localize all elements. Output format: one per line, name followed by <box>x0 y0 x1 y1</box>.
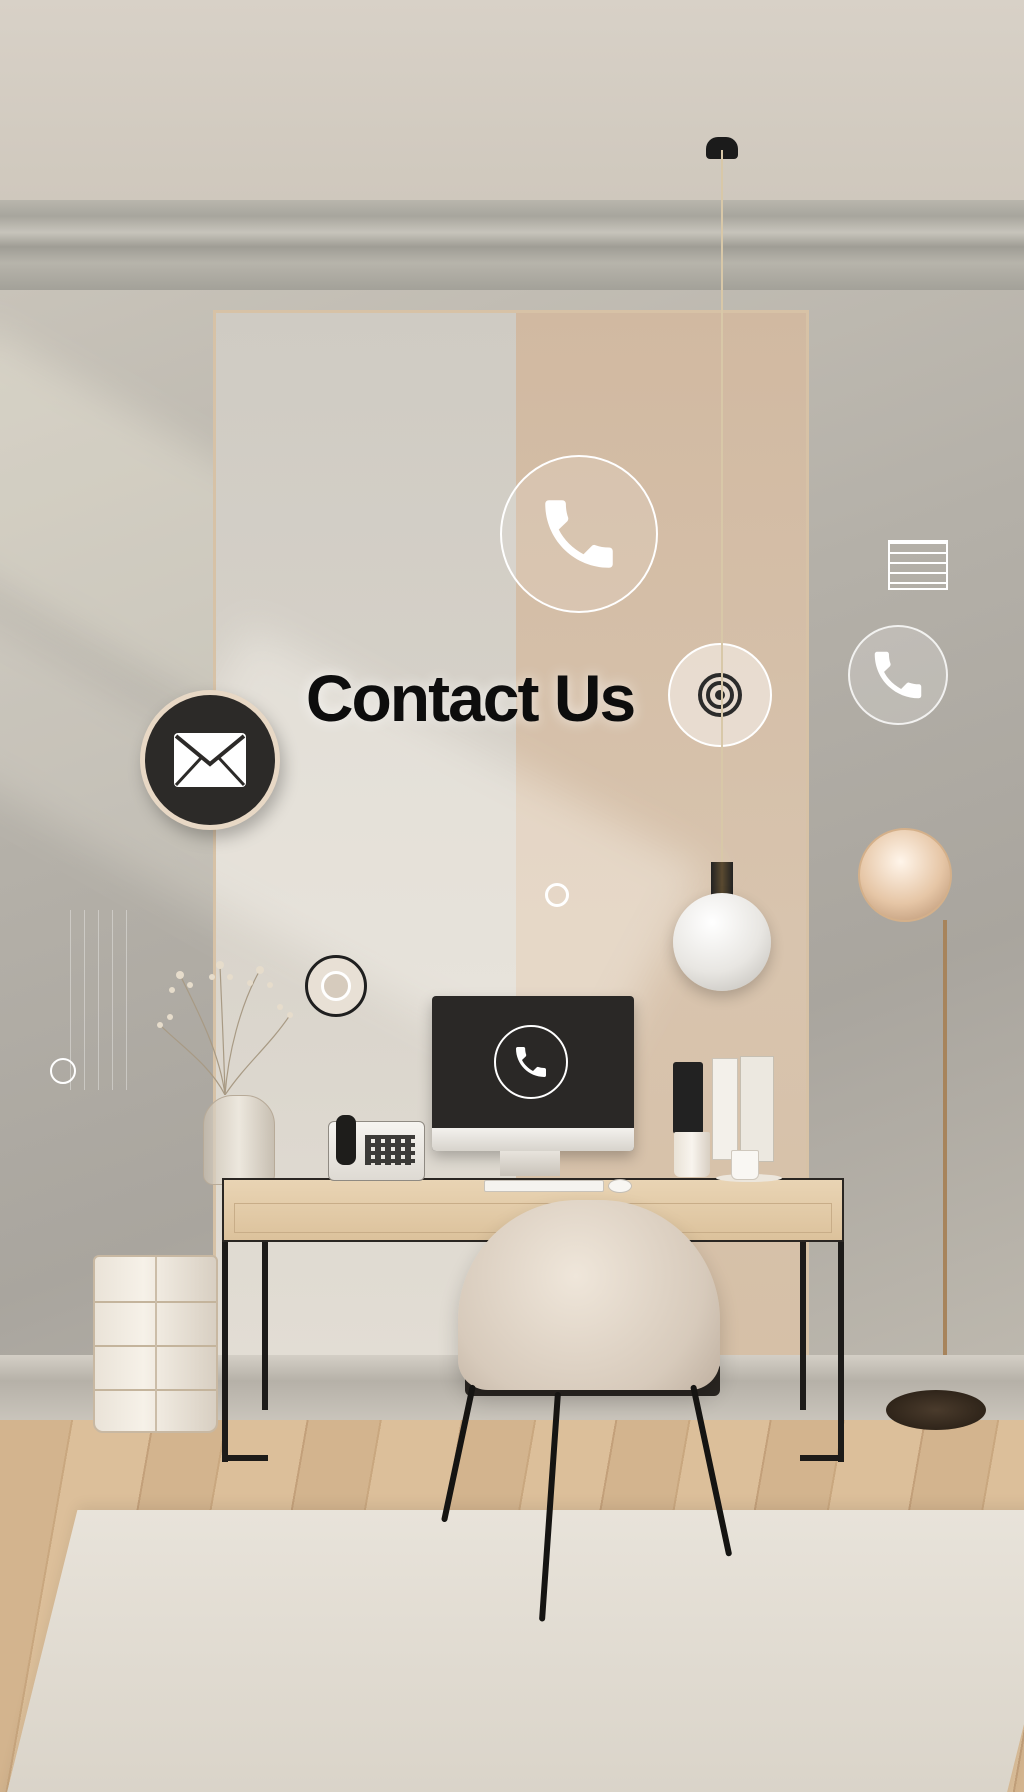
location-button[interactable] <box>668 643 772 747</box>
phone-handset <box>336 1115 356 1165</box>
desk-leg <box>222 1455 268 1461</box>
ring-icon <box>50 1058 76 1084</box>
pencil-holder <box>673 1062 703 1134</box>
ring-icon-center <box>321 971 351 1001</box>
pendant-socket <box>711 862 733 896</box>
waste-bin <box>93 1255 218 1433</box>
contact-scene: Contact Us <box>0 0 1024 1792</box>
glass-vase <box>203 1095 275 1185</box>
call-button[interactable] <box>848 625 948 725</box>
monitor-stand <box>500 1151 560 1176</box>
phone-icon <box>516 1047 546 1077</box>
ring-icon <box>305 955 367 1017</box>
pendant-lamp <box>673 893 771 991</box>
monitor-call-button[interactable] <box>494 1025 568 1099</box>
desk-leg <box>800 1240 806 1410</box>
ceiling <box>0 0 1024 200</box>
desk-leg <box>800 1455 844 1461</box>
target-icon <box>698 673 742 717</box>
dot-icon <box>545 883 569 907</box>
phone-icon <box>874 651 922 699</box>
decorative-lines <box>70 910 130 1090</box>
phone-icon <box>545 500 613 568</box>
area-rug <box>2 1510 1024 1792</box>
folder <box>712 1058 738 1160</box>
floor-lamp-base <box>886 1390 986 1430</box>
bin-seam <box>155 1257 157 1431</box>
phone-keypad <box>365 1135 415 1165</box>
monitor-chin <box>432 1128 634 1151</box>
phone-button[interactable] <box>500 455 658 613</box>
page-title: Contact Us <box>305 661 636 735</box>
grid-icon <box>888 540 948 590</box>
desk-leg <box>262 1240 268 1410</box>
dried-flowers <box>157 961 293 1095</box>
mail-icon <box>174 733 246 787</box>
mouse <box>608 1179 632 1193</box>
floor-lamp-shade <box>858 828 952 922</box>
pen-cup <box>674 1132 710 1177</box>
pendant-cord <box>721 150 723 865</box>
keyboard <box>484 1180 604 1192</box>
crown-molding <box>0 200 1024 290</box>
desk-leg <box>222 1240 228 1462</box>
coffee-mug <box>731 1150 759 1180</box>
folder <box>740 1056 774 1162</box>
email-button[interactable] <box>140 690 280 830</box>
floor-lamp-pole <box>943 920 947 1408</box>
desk-leg <box>838 1240 844 1462</box>
